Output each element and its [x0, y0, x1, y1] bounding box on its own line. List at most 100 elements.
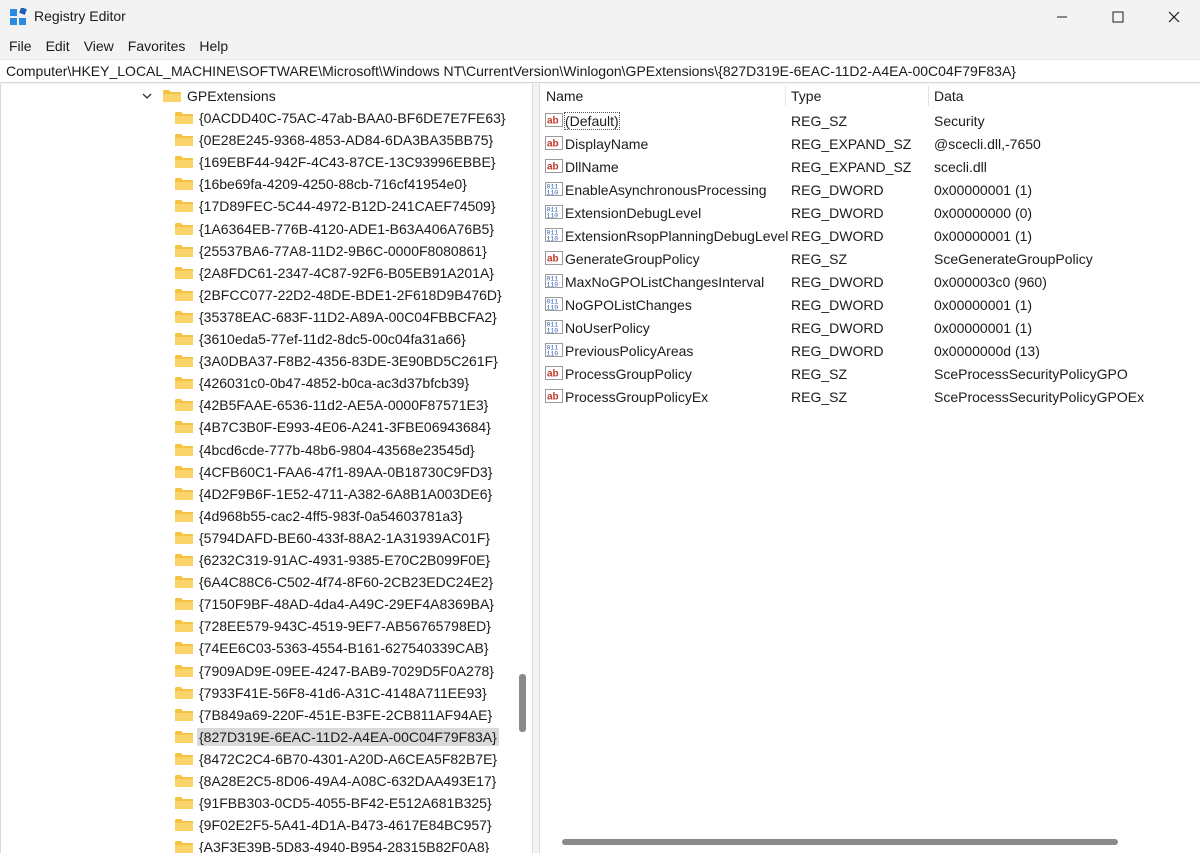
value-name: GenerateGroupPolicy	[565, 251, 700, 267]
tree-item[interactable]: {74EE6C03-5363-4554-B161-627540339CAB}	[175, 637, 491, 659]
tree-item[interactable]: {5794DAFD-BE60-433f-88A2-1A31939AC01F}	[175, 527, 492, 549]
address-bar[interactable]: Computer\HKEY_LOCAL_MACHINE\SOFTWARE\Mic…	[0, 59, 1200, 83]
folder-icon	[175, 619, 193, 633]
value-row[interactable]: abDisplayNameREG_EXPAND_SZ@scecli.dll,-7…	[540, 132, 1200, 155]
maximize-button[interactable]	[1090, 0, 1146, 34]
tree-item-label: {2BFCC077-22D2-48DE-BDE1-2F618D9B476D}	[197, 286, 504, 304]
value-row[interactable]: 011110MaxNoGPOListChangesIntervalREG_DWO…	[540, 270, 1200, 293]
value-row[interactable]: 011110PreviousPolicyAreasREG_DWORD0x0000…	[540, 339, 1200, 362]
column-divider[interactable]	[928, 86, 929, 106]
tree-item[interactable]: {4CFB60C1-FAA6-47f1-89AA-0B18730C9FD3}	[175, 461, 494, 483]
tree-item[interactable]: {1A6364EB-776B-4120-ADE1-B63A406A76B5}	[175, 218, 496, 240]
value-type: REG_EXPAND_SZ	[791, 136, 911, 152]
string-value-icon: ab	[545, 111, 563, 129]
tree-item[interactable]: {6A4C88C6-C502-4f74-8F60-2CB23EDC24E2}	[175, 571, 495, 593]
minimize-button[interactable]	[1034, 0, 1090, 34]
svg-text:110: 110	[547, 213, 559, 220]
title-bar: Registry Editor	[0, 0, 1200, 34]
list-horizontal-scrollbar-thumb[interactable]	[562, 839, 1118, 845]
tree-item[interactable]: {6232C319-91AC-4931-9385-E70C2B099F0E}	[175, 549, 492, 571]
value-row[interactable]: ab(Default)REG_SZSecurity	[540, 109, 1200, 132]
tree-item[interactable]: {0E28E245-9368-4853-AD84-6DA3BA35BB75}	[175, 129, 495, 151]
menu-view[interactable]: View	[77, 34, 121, 58]
tree-item[interactable]: {4bcd6cde-777b-48b6-9804-43568e23545d}	[175, 439, 477, 461]
value-row[interactable]: 011110NoUserPolicyREG_DWORD0x00000001 (1…	[540, 316, 1200, 339]
tree-item[interactable]: {25537BA6-77A8-11D2-9B6C-0000F8080861}	[175, 240, 489, 262]
folder-icon	[175, 597, 193, 611]
folder-icon	[175, 641, 193, 655]
menu-favorites[interactable]: Favorites	[121, 34, 193, 58]
value-row[interactable]: abProcessGroupPolicyExREG_SZSceProcessSe…	[540, 385, 1200, 408]
tree-scrollbar[interactable]	[513, 84, 533, 853]
folder-icon	[175, 686, 193, 700]
close-icon	[1168, 11, 1180, 23]
value-name: PreviousPolicyAreas	[565, 343, 693, 359]
tree-item[interactable]: {7933F41E-56F8-41d6-A31C-4148A711EE93}	[175, 682, 489, 704]
svg-text:ab: ab	[547, 139, 559, 150]
tree-item-label: {25537BA6-77A8-11D2-9B6C-0000F8080861}	[197, 242, 489, 260]
tree-item[interactable]: {35378EAC-683F-11D2-A89A-00C04FBBCFA2}	[175, 306, 499, 328]
value-row[interactable]: 011110ExtensionDebugLevelREG_DWORD0x0000…	[540, 201, 1200, 224]
tree-item[interactable]: {42B5FAAE-6536-11d2-AE5A-0000F87571E3}	[175, 394, 490, 416]
tree-item[interactable]: {4B7C3B0F-E993-4E06-A241-3FBE06943684}	[175, 416, 493, 438]
tree-item[interactable]: {8A28E2C5-8D06-49A4-A08C-632DAA493E17}	[175, 770, 498, 792]
tree-item-gpextensions[interactable]: GPExtensions	[141, 85, 278, 107]
value-data: 0x000003c0 (960)	[934, 274, 1047, 290]
tree-item[interactable]: {8472C2C4-6B70-4301-A20D-A6CEA5F82B7E}	[175, 748, 499, 770]
menu-edit[interactable]: Edit	[39, 34, 77, 58]
tree-item[interactable]: {0ACDD40C-75AC-47ab-BAA0-BF6DE7E7FE63}	[175, 107, 508, 129]
tree-item-label: {728EE579-943C-4519-9EF7-AB56765798ED}	[197, 617, 493, 635]
chevron-down-icon[interactable]	[141, 90, 153, 102]
tree-item[interactable]: {16be69fa-4209-4250-88cb-716cf41954e0}	[175, 173, 469, 195]
tree-item[interactable]: {2A8FDC61-2347-4C87-92F6-B05EB91A201A}	[175, 262, 496, 284]
tree-item[interactable]: {9F02E2F5-5A41-4D1A-B473-4617E84BC957}	[175, 814, 494, 836]
tree-item-label: {3610eda5-77ef-11d2-8dc5-00c04fa31a66}	[197, 330, 468, 348]
value-data: SceProcessSecurityPolicyGPOEx	[934, 389, 1144, 405]
tree-item[interactable]: {728EE579-943C-4519-9EF7-AB56765798ED}	[175, 615, 493, 637]
tree-item[interactable]: {91FBB303-0CD5-4055-BF42-E512A681B325}	[175, 792, 494, 814]
tree-scrollbar-thumb[interactable]	[519, 674, 526, 732]
tree-item[interactable]: {4D2F9B6F-1E52-4711-A382-6A8B1A003DE6}	[175, 483, 494, 505]
folder-icon	[175, 752, 193, 766]
value-name: ExtensionDebugLevel	[565, 205, 701, 221]
value-row[interactable]: abGenerateGroupPolicyREG_SZSceGenerateGr…	[540, 247, 1200, 270]
column-header-name[interactable]: Name	[546, 88, 583, 104]
folder-icon	[175, 155, 193, 169]
tree-item[interactable]: {169EBF44-942F-4C43-87CE-13C93996EBBE}	[175, 151, 498, 173]
column-header-type[interactable]: Type	[791, 88, 821, 104]
tree-item[interactable]: {7150F9BF-48AD-4da4-A49C-29EF4A8369BA}	[175, 593, 496, 615]
value-data: 0x00000001 (1)	[934, 297, 1032, 313]
tree-item[interactable]: {827D319E-6EAC-11D2-A4EA-00C04F79F83A}	[175, 726, 499, 748]
value-row[interactable]: 011110EnableAsynchronousProcessingREG_DW…	[540, 178, 1200, 201]
svg-text:ab: ab	[547, 369, 559, 380]
list-horizontal-scrollbar[interactable]	[540, 830, 1200, 853]
column-header-data[interactable]: Data	[934, 88, 964, 104]
menu-file[interactable]: File	[2, 34, 39, 58]
tree-item[interactable]: {3A0DBA37-F8B2-4356-83DE-3E90BD5C261F}	[175, 350, 500, 372]
folder-icon	[175, 796, 193, 810]
tree-item[interactable]: {4d968b55-cac2-4ff5-983f-0a54603781a3}	[175, 505, 465, 527]
close-button[interactable]	[1146, 0, 1200, 34]
value-row[interactable]: abProcessGroupPolicyREG_SZSceProcessSecu…	[540, 362, 1200, 385]
tree-item-label: {3A0DBA37-F8B2-4356-83DE-3E90BD5C261F}	[197, 352, 500, 370]
svg-text:110: 110	[547, 282, 559, 289]
address-path[interactable]: Computer\HKEY_LOCAL_MACHINE\SOFTWARE\Mic…	[6, 63, 1016, 79]
column-divider[interactable]	[785, 86, 786, 106]
tree-item[interactable]: {17D89FEC-5C44-4972-B12D-241CAEF74509}	[175, 195, 498, 217]
value-row[interactable]: 011110NoGPOListChangesREG_DWORD0x0000000…	[540, 293, 1200, 316]
value-row[interactable]: abDllNameREG_EXPAND_SZscecli.dll	[540, 155, 1200, 178]
tree-item-label: {42B5FAAE-6536-11d2-AE5A-0000F87571E3}	[197, 396, 490, 414]
tree-item[interactable]: {7B849a69-220F-451E-B3FE-2CB811AF94AE}	[175, 704, 494, 726]
tree-item[interactable]: {3610eda5-77ef-11d2-8dc5-00c04fa31a66}	[175, 328, 468, 350]
tree-item[interactable]: {426031c0-0b47-4852-b0ca-ac3d37bfcb39}	[175, 372, 471, 394]
binary-value-icon: 011110	[545, 226, 563, 244]
tree-item[interactable]: {7909AD9E-09EE-4247-BAB9-7029D5F0A278}	[175, 660, 496, 682]
tree-item[interactable]: {A3F3E39B-5D83-4940-B954-28315B82F0A8}	[175, 836, 491, 853]
tree-item[interactable]: {2BFCC077-22D2-48DE-BDE1-2F618D9B476D}	[175, 284, 504, 306]
menu-help[interactable]: Help	[192, 34, 235, 58]
value-type: REG_SZ	[791, 113, 847, 129]
tree-item-label: GPExtensions	[185, 87, 278, 105]
value-row[interactable]: 011110ExtensionRsopPlanningDebugLevelREG…	[540, 224, 1200, 247]
folder-icon	[175, 509, 193, 523]
folder-icon	[175, 487, 193, 501]
